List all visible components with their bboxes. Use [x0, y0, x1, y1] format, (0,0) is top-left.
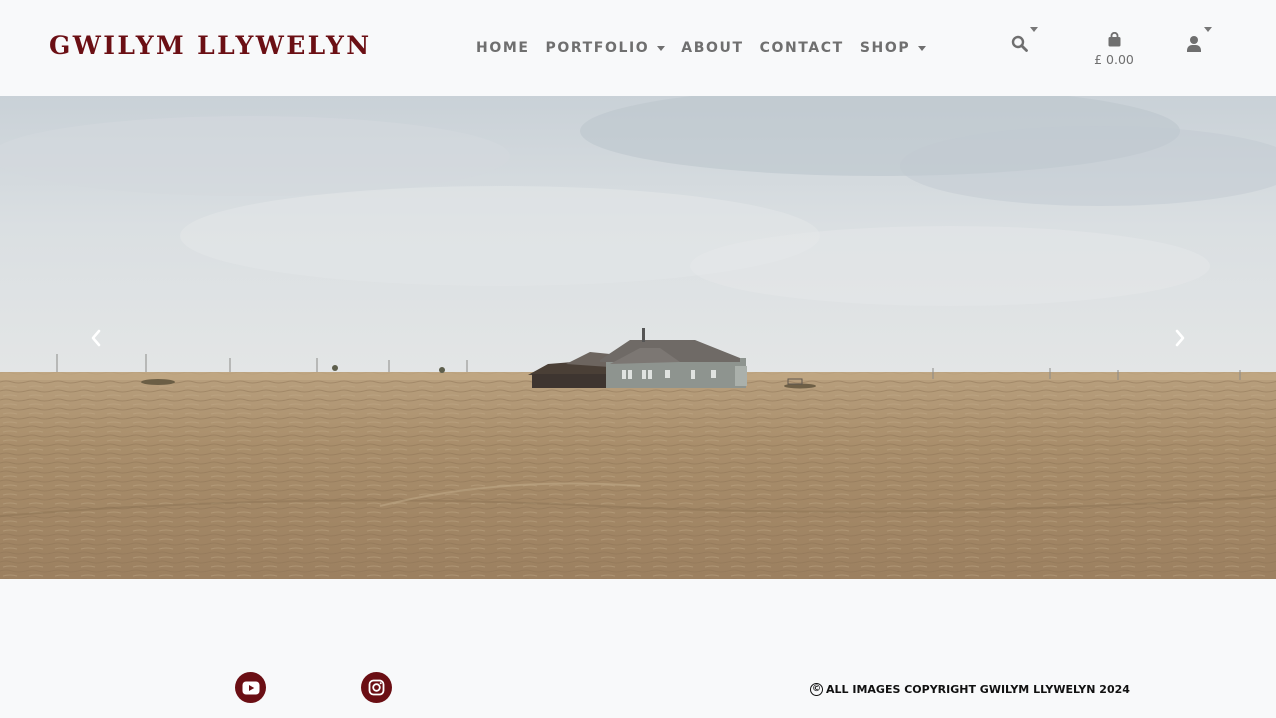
nav-item-portfolio-label: PORTFOLIO	[545, 40, 650, 56]
chevron-down-icon	[657, 45, 666, 51]
youtube-icon	[242, 681, 259, 694]
nav-item-home[interactable]: HOME	[476, 40, 530, 56]
search-toggle[interactable]	[1011, 27, 1038, 52]
nav-item-shop-label: SHOP	[859, 40, 911, 56]
copyright-symbol: ©	[810, 683, 823, 696]
navbar: GWILYM LLYWELYN HOME PORTFOLIO ABOUT CON…	[0, 0, 1276, 96]
chevron-down-icon	[1030, 27, 1038, 32]
user-icon	[1187, 36, 1201, 52]
nav-item-about[interactable]: ABOUT	[681, 40, 743, 56]
nav-item-contact[interactable]: CONTACT	[760, 40, 844, 56]
user-menu-toggle[interactable]	[1186, 27, 1212, 53]
chevron-right-icon	[1175, 329, 1185, 346]
nav-links: HOME PORTFOLIO ABOUT CONTACT SHOP	[476, 38, 942, 58]
chevron-left-icon	[91, 329, 101, 346]
instagram-icon	[368, 679, 385, 696]
youtube-link[interactable]	[235, 672, 266, 703]
instagram-link[interactable]	[361, 672, 392, 703]
search-icon	[1011, 35, 1028, 52]
nav-item-shop[interactable]: SHOP	[859, 40, 927, 56]
carousel-prev-button[interactable]	[0, 96, 192, 579]
chevron-down-icon	[918, 45, 927, 51]
cart-button[interactable]: £ 0.00	[1088, 32, 1140, 67]
cart-total: £ 0.00	[1094, 52, 1134, 67]
carousel-next-button[interactable]	[1084, 96, 1276, 579]
shopping-bag-icon	[1108, 32, 1120, 47]
chevron-down-icon	[1204, 27, 1212, 32]
copyright-text: ALL IMAGES COPYRIGHT GWILYM LLYWELYN 202…	[826, 683, 1130, 696]
brand-logo[interactable]: GWILYM LLYWELYN	[49, 31, 372, 60]
nav-item-portfolio[interactable]: PORTFOLIO	[546, 40, 666, 56]
hero-carousel	[0, 96, 1276, 579]
copyright-notice: © ALL IMAGES COPYRIGHT GWILYM LLYWELYN 2…	[810, 683, 1130, 696]
